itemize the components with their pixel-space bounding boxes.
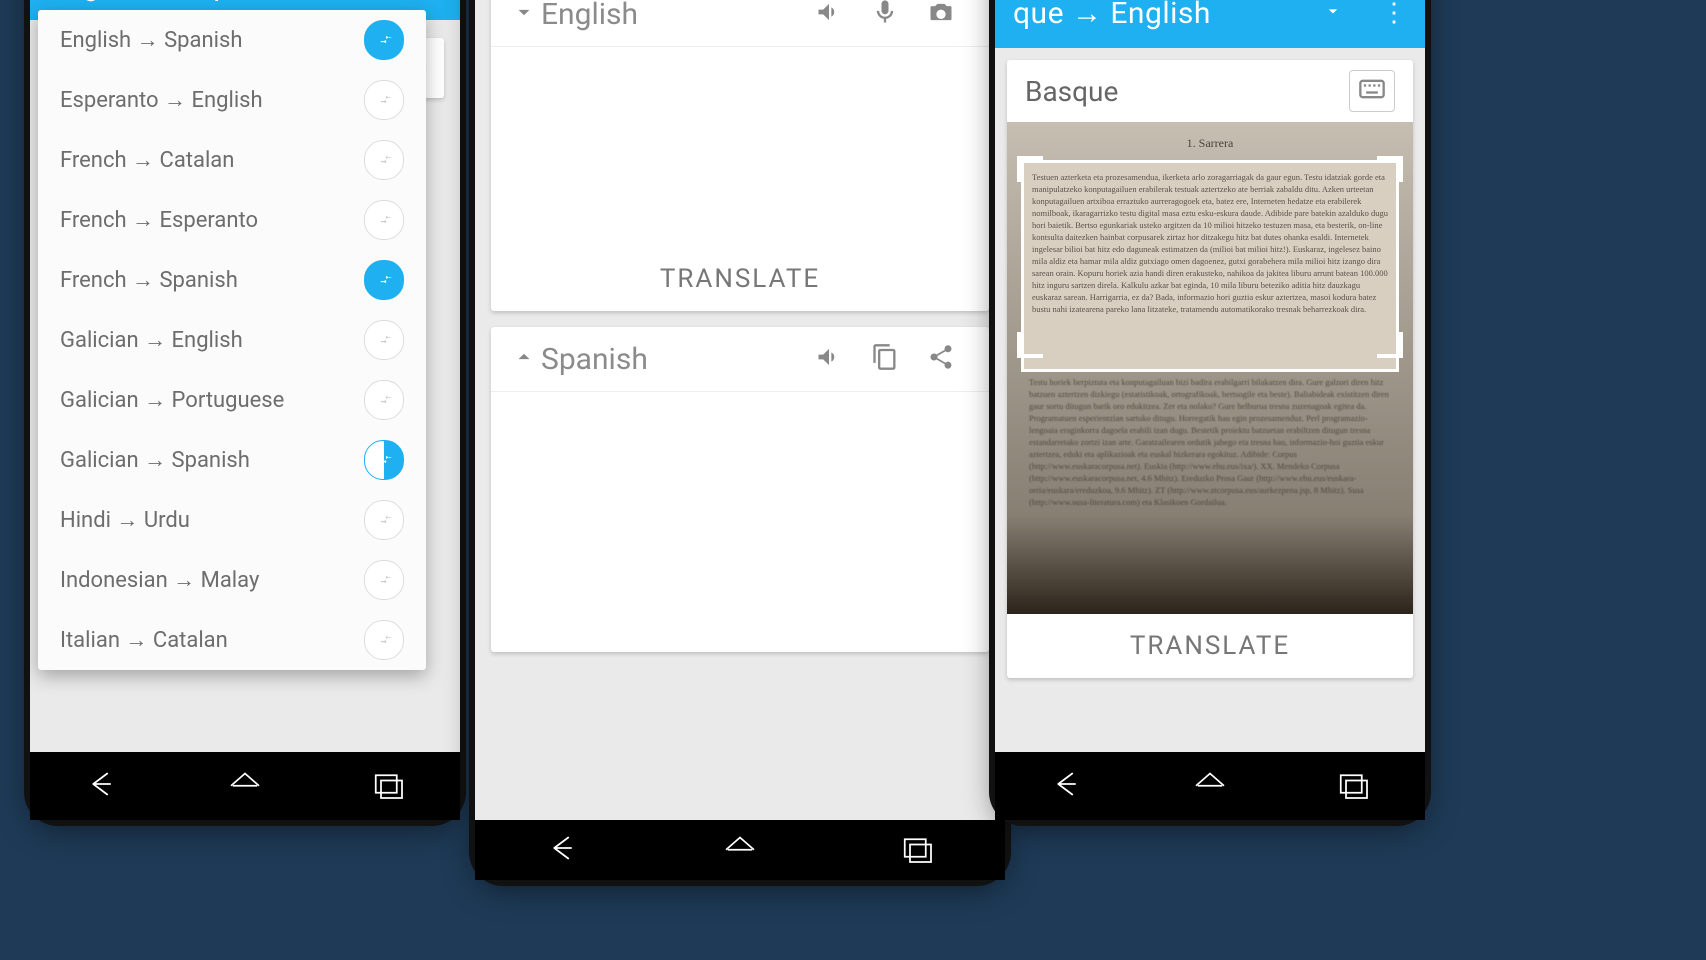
language-pair-title[interactable]: que → English xyxy=(1013,0,1211,31)
appbar: que → English ⋮ xyxy=(995,0,1425,48)
pin-icon[interactable] xyxy=(364,380,404,420)
android-navbar xyxy=(475,820,1005,880)
language-pair-option[interactable]: French → Catalan xyxy=(38,130,426,190)
ocr-page-remainder: Testu horiek berpiztuta eta konputagailu… xyxy=(1021,368,1399,604)
home-icon[interactable] xyxy=(719,827,761,873)
pin-icon[interactable] xyxy=(364,200,404,240)
keyboard-icon[interactable] xyxy=(1349,70,1395,112)
chevron-up-icon[interactable] xyxy=(511,344,541,374)
chevron-down-icon[interactable] xyxy=(511,0,541,29)
language-pair-option[interactable]: French → Esperanto xyxy=(38,190,426,250)
target-text-output xyxy=(491,392,989,652)
share-icon[interactable] xyxy=(913,343,969,375)
target-language-label[interactable]: Spanish xyxy=(541,342,801,377)
android-navbar xyxy=(995,752,1425,820)
dropdown-caret-icon[interactable] xyxy=(1323,1,1343,25)
speaker-icon[interactable] xyxy=(801,343,857,375)
home-icon[interactable] xyxy=(224,763,266,809)
pin-icon[interactable] xyxy=(364,560,404,600)
language-pair-dropdown: English → Spanish Esperanto → English Fren… xyxy=(38,10,426,670)
pin-icon[interactable] xyxy=(364,500,404,540)
recents-icon[interactable] xyxy=(896,827,938,873)
ocr-heading: 1. Sarrera xyxy=(1007,136,1413,151)
language-pair-title[interactable]: English → Spanish xyxy=(48,0,305,3)
translate-button[interactable]: TRANSLATE xyxy=(491,247,989,311)
language-pair-label: Esperanto → English xyxy=(60,87,364,113)
mic-icon[interactable] xyxy=(857,0,913,30)
copy-icon[interactable] xyxy=(857,343,913,375)
camera-icon[interactable] xyxy=(913,0,969,30)
translate-button[interactable]: TRANSLATE xyxy=(1007,614,1413,678)
language-pair-option[interactable]: Indonesian → Malay xyxy=(38,550,426,610)
target-card: Spanish xyxy=(491,327,989,652)
pin-icon[interactable] xyxy=(364,20,404,60)
pin-icon[interactable] xyxy=(364,440,404,480)
language-pair-label: English → Spanish xyxy=(60,27,364,53)
language-pair-label: French → Catalan xyxy=(60,147,364,173)
language-pair-option[interactable]: Esperanto → English xyxy=(38,70,426,130)
pin-icon[interactable] xyxy=(364,620,404,660)
language-pair-option[interactable]: Italian → Catalan xyxy=(38,610,426,670)
speaker-icon[interactable] xyxy=(801,0,857,30)
pin-icon[interactable] xyxy=(364,260,404,300)
language-pair-label: Italian → Catalan xyxy=(60,627,364,653)
language-pair-option[interactable]: French → Spanish xyxy=(38,250,426,310)
pin-icon[interactable] xyxy=(364,80,404,120)
language-pair-label: Indonesian → Malay xyxy=(60,567,364,593)
back-icon[interactable] xyxy=(1046,763,1088,809)
overflow-menu-icon[interactable]: ⋮ xyxy=(1381,0,1407,28)
language-pair-label: French → Esperanto xyxy=(60,207,364,233)
ocr-selected-region[interactable]: Testuen azterketa eta prozesamendua, ike… xyxy=(1021,160,1399,372)
language-pair-option[interactable]: Hindi → Urdu xyxy=(38,490,426,550)
language-pair-label: Galician → English xyxy=(60,327,364,353)
language-pair-option[interactable]: Galician → Spanish xyxy=(38,430,426,490)
recents-icon[interactable] xyxy=(367,763,409,809)
source-language-label[interactable]: Basque xyxy=(1025,75,1349,108)
ocr-camera-view[interactable]: 1. Sarrera Testuen azterketa eta prozesa… xyxy=(1007,122,1413,614)
language-pair-label: French → Spanish xyxy=(60,267,364,293)
ocr-card: Basque 1. Sarrera Testuen azterketa eta … xyxy=(1007,60,1413,678)
home-icon[interactable] xyxy=(1189,763,1231,809)
recents-icon[interactable] xyxy=(1332,763,1374,809)
pin-icon[interactable] xyxy=(364,320,404,360)
android-navbar xyxy=(30,752,460,820)
pin-icon[interactable] xyxy=(364,140,404,180)
language-pair-label: Hindi → Urdu xyxy=(60,507,364,533)
back-icon[interactable] xyxy=(542,827,584,873)
language-pair-label: Galician → Spanish xyxy=(60,447,364,473)
language-pair-option[interactable]: Galician → English xyxy=(38,310,426,370)
back-icon[interactable] xyxy=(81,763,123,809)
language-pair-option[interactable]: Galician → Portuguese xyxy=(38,370,426,430)
language-pair-label: Galician → Portuguese xyxy=(60,387,364,413)
language-pair-option[interactable]: English → Spanish xyxy=(38,10,426,70)
source-language-label[interactable]: English xyxy=(541,0,801,32)
source-card: English TRANSLATE xyxy=(491,0,989,311)
source-text-input[interactable] xyxy=(491,47,989,247)
